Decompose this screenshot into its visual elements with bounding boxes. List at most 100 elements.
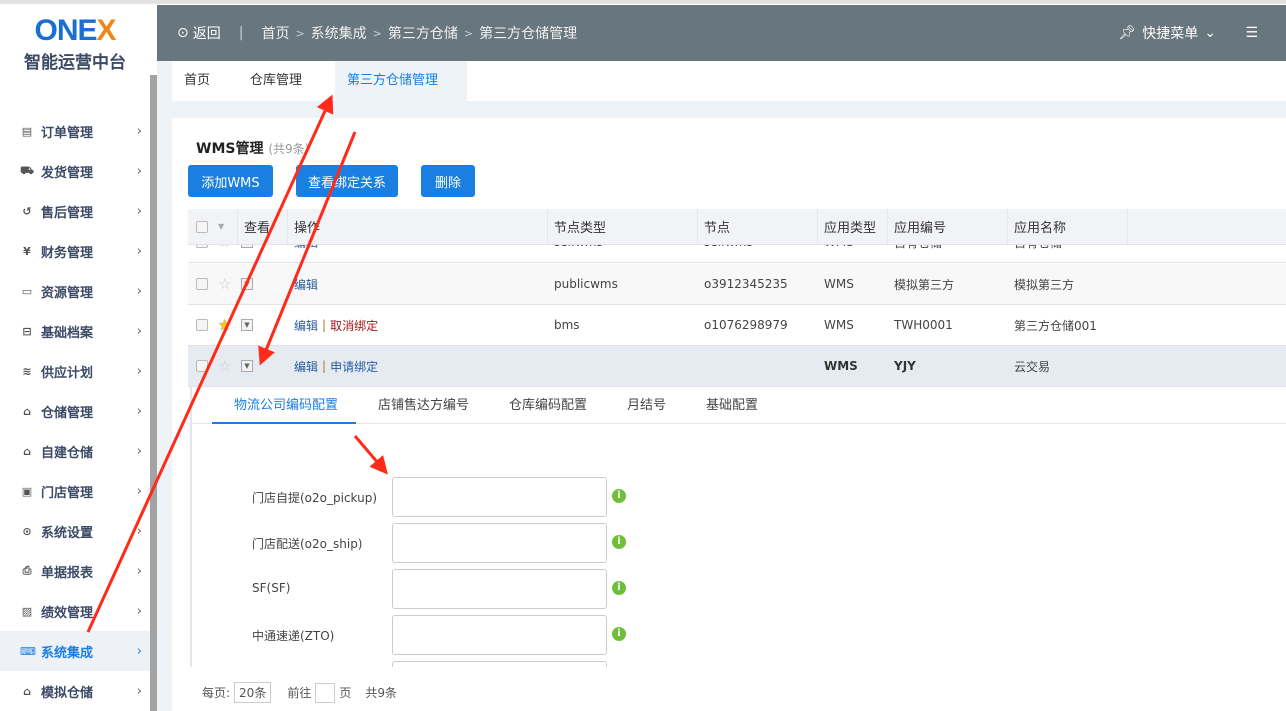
cell-node-type	[548, 346, 698, 386]
expand-toggle-icon[interactable]: ▼	[241, 319, 253, 331]
tab-warehouse[interactable]: 仓库管理	[238, 61, 335, 101]
bind-link[interactable]: 申请绑定	[330, 358, 378, 375]
partial-input[interactable]	[392, 661, 607, 667]
sidebar-item[interactable]: ↺ 售后管理 ›	[0, 191, 150, 231]
cell-app-type: WMS	[824, 359, 858, 373]
detail-tab-shop[interactable]: 店铺售达方编号	[378, 387, 469, 424]
expand-toggle-icon[interactable]: ▼	[241, 278, 253, 290]
select-all[interactable]: ▼	[188, 209, 238, 244]
star-icon[interactable]: ★	[218, 316, 231, 334]
sort-caret-icon[interactable]: ▼	[218, 222, 224, 231]
logo: ONEX 智能运营中台	[0, 14, 150, 73]
star-icon[interactable]: ☆	[218, 275, 231, 293]
sidebar-item-label: 系统设置	[41, 525, 94, 541]
star-icon[interactable]: ☆	[218, 357, 231, 375]
table-row: ☆ ▼ 编辑 | 申请绑定 WMS YJY 云交易	[188, 346, 1286, 387]
sidebar-item[interactable]: ⌂ 自建仓储 ›	[0, 431, 150, 471]
tab-home[interactable]: 首页	[172, 61, 242, 101]
edit-link[interactable]: 编辑	[294, 317, 318, 334]
detail-tab-logistics[interactable]: 物流公司编码配置	[212, 387, 356, 424]
sidebar-item[interactable]: ▭ 资源管理 ›	[0, 271, 150, 311]
info-icon[interactable]: i	[612, 627, 626, 641]
edit-link[interactable]: 编辑	[294, 276, 318, 293]
logo-mark: ONEX	[34, 14, 116, 47]
expand-toggle-icon[interactable]: ▼	[241, 360, 253, 372]
edit-link[interactable]: 编辑	[294, 358, 318, 375]
row-ops: 编辑	[288, 264, 548, 304]
chevron-right-icon: ›	[136, 603, 142, 619]
view-binding-button[interactable]: 查看绑定关系	[296, 165, 398, 197]
per-page-select[interactable]: 20条	[234, 682, 272, 703]
sidebar-item-label: 模拟仓储	[41, 685, 94, 701]
resource-icon: ▭	[21, 284, 33, 298]
col-view: 查看	[238, 209, 288, 244]
code-input[interactable]	[392, 615, 607, 655]
delete-button[interactable]: 删除	[421, 165, 475, 197]
code-input[interactable]	[392, 523, 607, 563]
detail-tab-basic[interactable]: 基础配置	[706, 387, 758, 424]
sidebar-item[interactable]: ▤ 订单管理 ›	[0, 111, 150, 151]
chevron-right-icon: ›	[136, 123, 142, 139]
sidebar-item-label: 资源管理	[41, 285, 94, 301]
back-button[interactable]: ⊙ 返回	[177, 23, 221, 43]
form-row: 门店配送(o2o_ship) i	[192, 523, 1286, 563]
info-icon[interactable]: i	[612, 581, 626, 595]
yen-icon: ¥	[23, 244, 31, 258]
cell-node	[698, 346, 818, 386]
sidebar-item[interactable]: ⊟ 基础档案 ›	[0, 311, 150, 351]
chevron-right-icon: ›	[136, 443, 142, 459]
total-count: 共9条	[365, 686, 397, 700]
sidebar-item[interactable]: ≋ 供应计划 ›	[0, 351, 150, 391]
sidebar-scrollbar[interactable]	[150, 75, 157, 711]
add-wms-button[interactable]: 添加WMS	[188, 165, 273, 197]
detail-tab-warehouse-code[interactable]: 仓库编码配置	[509, 387, 587, 424]
row-detail-panel: 物流公司编码配置 店铺售达方编号 仓库编码配置 月结号 基础配置 门店自提(o2…	[190, 387, 1286, 667]
sidebar-item[interactable]: ▣ 门店管理 ›	[0, 471, 150, 511]
quick-menu-button[interactable]: 📌︎ 快捷菜单 ⌄	[1118, 23, 1216, 43]
sidebar-item[interactable]: ⌂ 仓储管理 ›	[0, 391, 150, 431]
code-input[interactable]	[392, 477, 607, 517]
sidebar-item[interactable]: ⛟ 发货管理 ›	[0, 151, 150, 191]
back-label: 返回	[192, 26, 221, 42]
breadcrumb-third-party[interactable]: 第三方仓储	[388, 23, 458, 43]
chevron-right-icon: ›	[136, 403, 142, 419]
chevron-right-icon: ›	[136, 643, 142, 659]
info-icon[interactable]: i	[612, 535, 626, 549]
cell-app-name: 第三方仓储001	[1014, 318, 1097, 333]
breadcrumb-system-integration[interactable]: 系统集成	[311, 23, 367, 43]
sidebar-item-label: 绩效管理	[41, 605, 94, 621]
cell-node-type: publicwms	[554, 277, 618, 291]
cell-node-type: bms	[554, 318, 580, 332]
row-checkbox[interactable]	[196, 319, 208, 331]
sidebar-item[interactable]: ⌨ 系统集成 ›	[0, 631, 150, 671]
row-checkbox[interactable]	[196, 278, 208, 290]
row-checkbox[interactable]	[196, 360, 208, 372]
sidebar-item-label: 门店管理	[41, 485, 94, 501]
breadcrumb-home[interactable]: 首页	[261, 23, 289, 43]
cell-app-code: TWH0001	[894, 318, 953, 332]
sidebar-item[interactable]: ¥ 财务管理 ›	[0, 231, 150, 271]
sim-warehouse-icon: ⌂	[23, 684, 31, 698]
info-icon[interactable]: i	[612, 489, 626, 503]
bind-link[interactable]: 取消绑定	[330, 317, 378, 334]
table-header: ▼ 查看 操作 节点类型 节点 应用类型 应用编号 应用名称	[188, 209, 1286, 245]
sidebar-item[interactable]: ▨ 绩效管理 ›	[0, 591, 150, 631]
list-menu-icon[interactable]: ☰	[1245, 25, 1258, 41]
row-ops: 编辑 | 取消绑定	[294, 317, 379, 334]
breadcrumb-current: 第三方仓储管理	[479, 26, 578, 42]
goto-page-input[interactable]	[315, 682, 336, 703]
select-all-checkbox[interactable]	[196, 220, 208, 233]
cell-app-code: YJY	[894, 359, 916, 373]
field-label: 中通速递(ZTO)	[252, 629, 335, 643]
chevron-right-icon: ›	[136, 283, 142, 299]
col-app-type: 应用类型	[818, 209, 888, 244]
page-tabs: 首页 仓库管理 第三方仓储管理 ×	[157, 61, 1286, 128]
breadcrumb: 首页 > 系统集成 > 第三方仓储 > 第三方仓储管理	[261, 23, 577, 43]
sidebar-item[interactable]: ⌂ 模拟仓储 ›	[0, 671, 150, 711]
tab-third-party-warehouse[interactable]: 第三方仓储管理 ×	[335, 61, 467, 128]
code-input[interactable]	[392, 569, 607, 609]
sidebar-item-label: 订单管理	[41, 125, 94, 141]
sidebar-item[interactable]: ⊙ 系统设置 ›	[0, 511, 150, 551]
detail-tab-monthly[interactable]: 月结号	[627, 387, 666, 424]
sidebar-item[interactable]: ⎙ 单据报表 ›	[0, 551, 150, 591]
